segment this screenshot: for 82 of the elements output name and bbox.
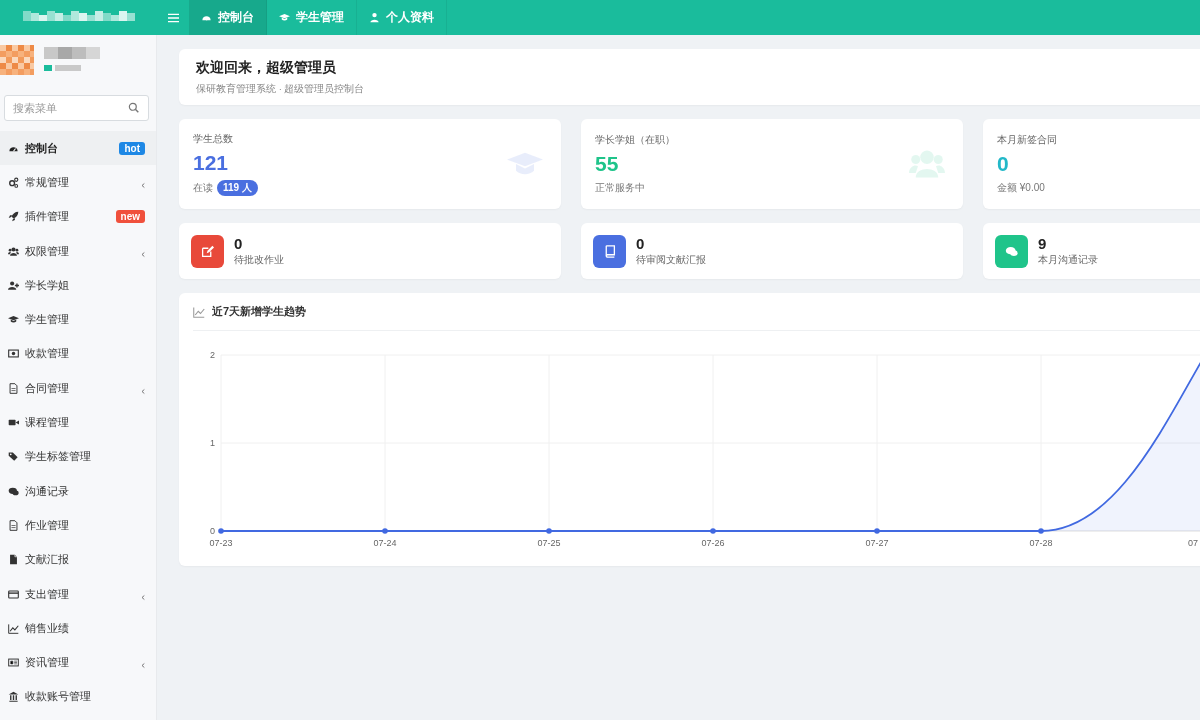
search-icon [128, 102, 139, 113]
axis-tick-label: 07-24 [373, 538, 397, 548]
document-icon [8, 382, 19, 394]
menu-item[interactable]: 常规管理 [0, 165, 156, 200]
task-label: 待审阅文献汇报 [636, 254, 706, 267]
bank-icon [8, 691, 19, 703]
book-icon [603, 244, 616, 258]
axis-tick-label: 0 [210, 526, 215, 536]
graduation-cap-icon [8, 314, 19, 326]
blurred-text-drawing [55, 65, 81, 71]
menu-badge: new [115, 210, 145, 224]
line-chart-icon [193, 305, 205, 318]
user-plus-icon [8, 279, 19, 291]
document-icon [8, 519, 19, 531]
data-point [710, 528, 716, 534]
menu-item[interactable]: 合同管理 [0, 371, 156, 406]
search-field[interactable]: 搜索菜单 [4, 95, 149, 121]
data-point [218, 528, 224, 534]
rocket-icon [8, 211, 19, 223]
axis-tick-label: 07-28 [1029, 538, 1053, 548]
menu-icon[interactable] [167, 12, 179, 23]
credit-card-icon [8, 588, 19, 600]
stat-note: 金额 ¥0.00 [997, 181, 1045, 195]
data-point [382, 528, 388, 534]
data-point [874, 528, 880, 534]
chart-title: 近7天新增学生趋势 [212, 304, 307, 319]
menu-item[interactable]: 资讯管理 [0, 645, 156, 680]
stat-value: 121 [193, 150, 230, 176]
menu-item[interactable]: 沟通记录 [0, 473, 156, 509]
task-count: 0 [234, 235, 244, 252]
edit-icon [201, 244, 214, 258]
menu-item[interactable]: 控制台 hot [0, 131, 156, 166]
document-icon [8, 554, 19, 566]
task-label: 本月沟通记录 [1038, 254, 1098, 267]
axis-tick-label: 07-25 [537, 538, 561, 548]
stat-note: 正常服务中 [595, 181, 645, 195]
stat-value: 55 [595, 151, 620, 177]
chat-bubbles-icon [1005, 244, 1018, 258]
menu-item[interactable]: 权限管理 [0, 233, 156, 269]
task-count: 0 [636, 235, 646, 252]
menu-item[interactable]: 插件管理 new [0, 199, 156, 234]
stat-note: 在读 [193, 181, 213, 195]
banknote-icon [8, 348, 19, 360]
newspaper-icon [8, 657, 19, 669]
menu-item[interactable]: 课程管理 [0, 405, 156, 440]
axis-tick-label: 1 [210, 438, 215, 448]
users-icon [8, 245, 19, 257]
welcome-subtitle: 保研教育管理系统 · 超级管理员控制台 [196, 82, 366, 96]
menu-item[interactable]: 作业管理 [0, 508, 156, 543]
stat-label: 学长学姐（在职） [595, 133, 675, 147]
menu-item[interactable]: 收款账号管理 [0, 679, 156, 715]
menu-badge: hot [119, 141, 145, 155]
stat-value: 0 [997, 151, 1010, 177]
user-icon [369, 12, 380, 23]
count-badge: 119 人 [217, 180, 258, 196]
line-chart-icon [8, 622, 19, 634]
task-count: 9 [1038, 235, 1048, 252]
menu-item[interactable]: 学长学姐 [0, 268, 156, 303]
axis-tick-label: 07-23 [209, 538, 233, 548]
blurred-text-drawing [44, 47, 100, 59]
axis-tick-label: 07-27 [865, 538, 889, 548]
data-point [1038, 528, 1044, 534]
axis-tick-label: 07-26 [701, 538, 725, 548]
menu-item[interactable]: 销售业绩 [0, 611, 156, 646]
menu-item[interactable]: 收款管理 [0, 336, 156, 372]
data-point [546, 528, 552, 534]
menu-item[interactable]: 学生管理 [0, 302, 156, 337]
menu-item[interactable]: 文献汇报 [0, 542, 156, 577]
welcome-title: 欢迎回来，超级管理员 [196, 58, 337, 77]
chat-bubbles-icon [8, 485, 19, 497]
video-camera-icon [8, 417, 19, 428]
graduation-cap-icon [279, 12, 290, 23]
gears-icon [8, 176, 19, 188]
menu-item[interactable]: 支出管理 [0, 576, 156, 612]
stat-label: 学生总数 [193, 132, 234, 146]
axis-tick-label: 07 [1188, 538, 1198, 548]
avatar-icon [0, 45, 34, 75]
tag-icon [8, 451, 19, 463]
axis-tick-label: 2 [210, 350, 215, 360]
stat-label: 本月新签合同 [997, 133, 1057, 147]
task-label: 待批改作业 [234, 254, 284, 267]
menu-item[interactable]: 学生标签管理 [0, 439, 156, 474]
